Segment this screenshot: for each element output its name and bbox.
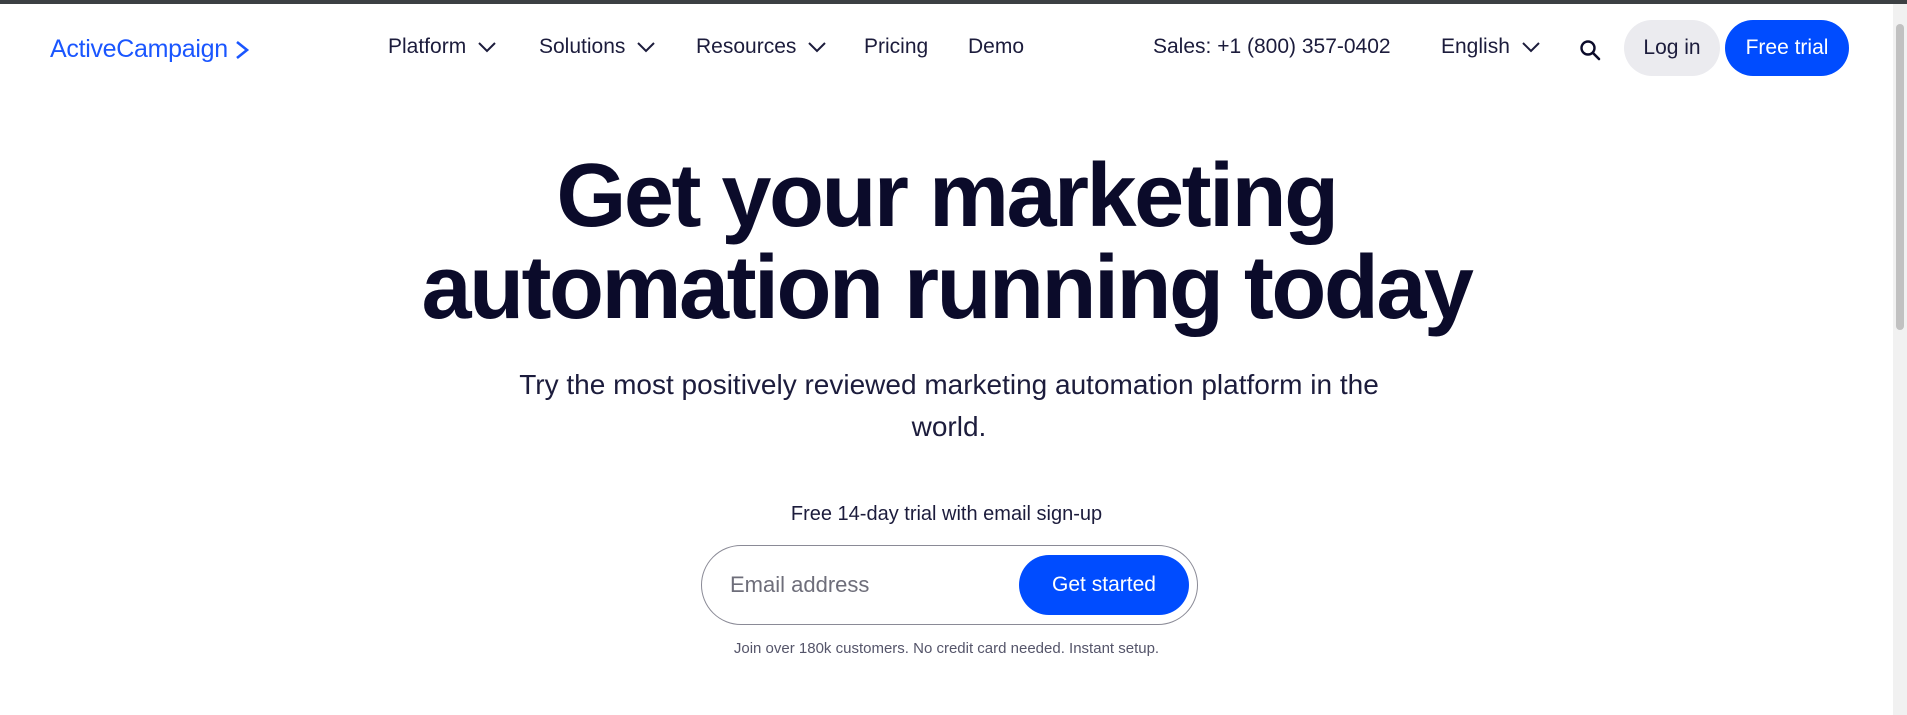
login-button[interactable]: Log in	[1624, 20, 1720, 76]
get-started-button[interactable]: Get started	[1019, 555, 1189, 615]
chevron-down-icon	[637, 42, 656, 53]
hero-title-line-2: automation running today	[421, 238, 1474, 338]
nav-item-label: Platform	[388, 35, 467, 58]
language-selector[interactable]: English	[1441, 35, 1540, 59]
nav-item-label: Resources	[696, 35, 797, 58]
email-signup-form: Get started	[701, 545, 1198, 625]
logo-link[interactable]: ActiveCampaign	[50, 35, 250, 64]
nav-item-demo[interactable]: Demo	[968, 35, 1024, 59]
signup-fineprint: Join over 180k customers. No credit card…	[733, 640, 1160, 657]
nav-item-pricing[interactable]: Pricing	[864, 35, 928, 59]
nav-item-solutions[interactable]: Solutions	[539, 35, 656, 59]
top-navigation: ActiveCampaign Platform Solutions Resour…	[0, 4, 1893, 92]
scrollbar[interactable]	[1893, 4, 1907, 715]
nav-item-platform[interactable]: Platform	[388, 35, 496, 59]
hero-subtitle: Try the most positively reviewed marketi…	[519, 369, 1379, 442]
logo-text: ActiveCampaign	[50, 35, 228, 63]
scrollbar-thumb[interactable]	[1896, 24, 1904, 330]
chevron-down-icon	[808, 42, 827, 53]
hero-title-line-1: Get your marketing	[556, 146, 1339, 246]
nav-item-label: Demo	[968, 35, 1025, 58]
trial-note: Free 14-day trial with email sign-up	[790, 503, 1103, 525]
chevron-down-icon	[1522, 42, 1540, 53]
language-label: English	[1441, 35, 1510, 58]
free-trial-button[interactable]: Free trial	[1725, 20, 1849, 76]
sales-phone-label: Sales: +1 (800) 357-0402	[1153, 35, 1391, 58]
nav-item-resources[interactable]: Resources	[696, 35, 827, 59]
chevron-down-icon	[478, 42, 496, 53]
search-icon[interactable]	[1578, 38, 1602, 62]
nav-item-label: Pricing	[864, 35, 929, 58]
nav-item-label: Solutions	[539, 35, 626, 58]
hero-title: Get your marketing automation running to…	[0, 150, 1893, 334]
chevron-right-icon	[236, 40, 249, 59]
email-input[interactable]	[730, 564, 1000, 606]
sales-phone-link[interactable]: Sales: +1 (800) 357-0402	[1153, 35, 1391, 59]
